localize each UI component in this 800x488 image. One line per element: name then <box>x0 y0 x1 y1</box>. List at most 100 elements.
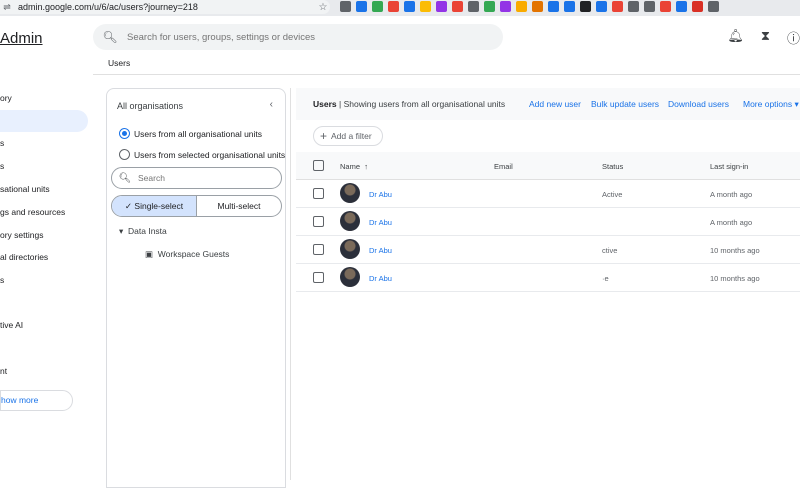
user-last-signin: A month ago <box>710 218 753 227</box>
ext-icon-22[interactable] <box>676 1 687 12</box>
nav-item-org-units[interactable]: sational units <box>0 184 50 194</box>
ext-icon-15[interactable] <box>564 1 575 12</box>
show-more-button[interactable]: how more <box>0 390 73 411</box>
check-icon: ✓ <box>124 201 135 211</box>
nav-item-external-directories[interactable]: al directories <box>0 252 48 262</box>
radio-all-units-label[interactable]: Users from all organisational units <box>134 129 262 139</box>
avatar <box>340 211 360 231</box>
ext-icon-6[interactable] <box>420 1 431 12</box>
nav-item-targets[interactable]: s <box>0 161 4 171</box>
ext-icon-1[interactable] <box>340 1 351 12</box>
nav-selected-highlight[interactable] <box>0 110 88 132</box>
table-row[interactable]: Dr Abu Active A month ago <box>296 180 800 208</box>
admin-logo[interactable]: Admin <box>0 30 43 47</box>
add-new-user-button[interactable]: Add new user <box>529 99 581 109</box>
users-toolbar: Users | Showing users from all organisat… <box>296 88 800 120</box>
table-row[interactable]: Dr Abu ·e 10 months ago <box>296 264 800 292</box>
nav-item-generative-ai[interactable]: tive AI <box>0 320 23 330</box>
row-checkbox[interactable] <box>313 188 324 199</box>
address-bar[interactable]: ⇌ admin.google.com/u/6/ac/users?journey=… <box>0 0 330 14</box>
ext-icon-5[interactable] <box>404 1 415 12</box>
ext-icon-23[interactable] <box>692 1 703 12</box>
radio-selected-units[interactable] <box>119 149 130 160</box>
bell-icon[interactable]: 🔔︎ <box>727 28 744 47</box>
table-row[interactable]: Dr Abu ctive 10 months ago <box>296 236 800 264</box>
users-title-bold: Users <box>313 99 337 109</box>
ext-icon-24[interactable] <box>708 1 719 12</box>
column-status[interactable]: Status <box>602 162 623 171</box>
ext-icon-20[interactable] <box>644 1 655 12</box>
ext-icon-10[interactable] <box>484 1 495 12</box>
ext-icon-12[interactable] <box>516 1 527 12</box>
radio-all-units[interactable] <box>119 128 130 139</box>
ext-icon-13[interactable] <box>532 1 543 12</box>
global-search[interactable]: 🔍︎ <box>93 24 503 50</box>
nav-item-devices[interactable]: s <box>0 275 4 285</box>
browser-toolbar: ⇌ admin.google.com/u/6/ac/users?journey=… <box>0 0 800 16</box>
sort-arrow-icon[interactable]: ↑ <box>364 162 368 171</box>
ext-icon-9[interactable] <box>468 1 479 12</box>
tree-item-child[interactable]: ▣ Workspace Guests <box>145 249 229 260</box>
url-text: admin.google.com/u/6/ac/users?journey=21… <box>18 2 198 12</box>
ext-icon-2[interactable] <box>356 1 367 12</box>
column-last-signin[interactable]: Last sign-in <box>710 162 748 171</box>
column-name-label: Name <box>340 162 361 171</box>
row-checkbox[interactable] <box>313 216 324 227</box>
more-options-button[interactable]: More options ▾ <box>743 99 799 110</box>
expand-caret-icon[interactable]: ▾ <box>119 226 123 236</box>
user-name-link[interactable]: Dr Abu <box>369 190 392 199</box>
tree-item-root[interactable]: ▾ Data Insta <box>119 226 167 237</box>
ext-icon-14[interactable] <box>548 1 559 12</box>
single-select-button[interactable]: ✓ Single-select <box>112 196 197 216</box>
ext-icon-7[interactable] <box>436 1 447 12</box>
ext-icon-21[interactable] <box>660 1 671 12</box>
panel-divider <box>290 88 291 480</box>
site-settings-icon[interactable]: ⇌ <box>0 2 14 13</box>
user-name-link[interactable]: Dr Abu <box>369 218 392 227</box>
ext-icon-17[interactable] <box>596 1 607 12</box>
column-name[interactable]: Name ↑ <box>340 162 368 171</box>
tree-item-child-label: Workspace Guests <box>157 249 230 259</box>
breadcrumb[interactable]: Users <box>108 58 130 68</box>
ext-icon-18[interactable] <box>612 1 623 12</box>
add-filter-chip[interactable]: + Add a filter <box>313 126 383 146</box>
user-name-link[interactable]: Dr Abu <box>369 274 392 283</box>
ext-icon-11[interactable] <box>500 1 511 12</box>
radio-selected-units-label[interactable]: Users from selected organisational units <box>134 150 285 160</box>
ext-icon-19[interactable] <box>628 1 639 12</box>
avatar <box>340 239 360 259</box>
nav-item-directory-settings[interactable]: ory settings <box>0 230 43 240</box>
bulk-update-button[interactable]: Bulk update users <box>591 99 659 109</box>
nav-item-groups[interactable]: s <box>0 138 4 148</box>
hourglass-icon[interactable]: ⧗ <box>761 28 770 47</box>
nav-item-directory[interactable]: ory <box>0 93 12 103</box>
bookmark-star-icon[interactable]: ☆ <box>316 2 330 13</box>
org-search[interactable]: 🔍︎ <box>111 167 282 189</box>
search-icon: 🔍︎ <box>118 172 132 184</box>
global-search-input[interactable] <box>127 31 487 43</box>
multi-select-button[interactable]: Multi-select <box>197 196 281 216</box>
users-title-rest: | Showing users from all organisational … <box>336 99 506 109</box>
user-name-link[interactable]: Dr Abu <box>369 246 392 255</box>
table-row[interactable]: Dr Abu A month ago <box>296 208 800 236</box>
help-icon[interactable]: ⓘ <box>787 28 800 47</box>
row-checkbox[interactable] <box>313 244 324 255</box>
chevron-down-icon: ▾ <box>794 99 799 109</box>
table-header: Name ↑ Email Status Last sign-in <box>296 152 800 180</box>
column-email[interactable]: Email <box>494 162 513 171</box>
user-status: Active <box>602 190 623 199</box>
avatar <box>340 183 360 203</box>
download-users-button[interactable]: Download users <box>668 99 729 109</box>
ext-icon-4[interactable] <box>388 1 399 12</box>
ext-icon-3[interactable] <box>372 1 383 12</box>
row-checkbox[interactable] <box>313 272 324 283</box>
ext-icon-16[interactable] <box>580 1 591 12</box>
nav-item-account[interactable]: nt <box>0 366 7 376</box>
search-icon: 🔍︎ <box>102 30 118 44</box>
collapse-chevron-icon[interactable]: ‹ <box>270 99 273 110</box>
nav-item-buildings[interactable]: gs and resources <box>0 207 65 217</box>
org-search-input[interactable] <box>138 173 268 183</box>
ext-icon-8[interactable] <box>452 1 463 12</box>
select-all-checkbox[interactable] <box>313 160 324 171</box>
tree-item-root-label: Data Insta <box>128 226 167 236</box>
